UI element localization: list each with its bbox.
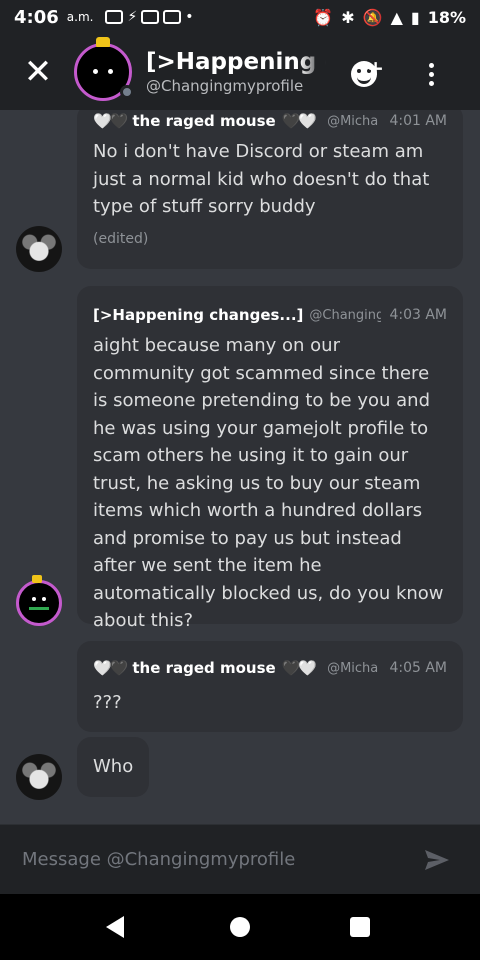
message-time: 4:05 AM xyxy=(389,660,447,676)
author-name[interactable]: the raged mouse xyxy=(132,112,275,130)
message-text: ??? xyxy=(93,692,122,713)
mute-icon: 🔕 xyxy=(362,7,383,27)
facebook-icon xyxy=(105,10,124,24)
home-icon[interactable] xyxy=(230,917,250,937)
plus-icon: + xyxy=(367,56,384,80)
message-meta: [>Happening changes...] @Changingm 4:03 … xyxy=(93,302,447,328)
system-navbar xyxy=(0,894,480,960)
hearts-icon: 🤍🖤 xyxy=(93,659,128,677)
avatar[interactable] xyxy=(16,580,62,626)
add-friend-button[interactable]: + xyxy=(344,54,384,94)
crown-icon xyxy=(96,37,110,47)
message-bubble[interactable]: Who xyxy=(77,737,150,797)
close-button[interactable]: ✕ xyxy=(10,44,66,100)
message-text: No i don't have Discord or steam am just… xyxy=(93,141,430,217)
author-handle: @Changingm xyxy=(309,307,382,323)
message-time: 4:03 AM xyxy=(389,307,447,323)
dot-icon: • xyxy=(185,9,194,25)
more-options-button[interactable] xyxy=(416,54,446,94)
offline-status-icon xyxy=(120,85,134,99)
message-text: aight because many on our community got … xyxy=(93,335,444,631)
author-handle: @Micha xyxy=(327,113,379,129)
recents-icon[interactable] xyxy=(350,917,370,937)
close-icon: ✕ xyxy=(23,52,53,92)
message-time: 4:01 AM xyxy=(389,113,447,129)
hearts-icon: 🤍🖤 xyxy=(93,112,128,130)
chat-header: ✕ [>Happening c @Changingmyprofile + xyxy=(0,34,480,110)
battery-icon: ▮ xyxy=(410,7,420,27)
message-bubble[interactable]: 🤍🖤 the raged mouse 🖤🤍 @Micha 4:05 AM ??? xyxy=(77,641,463,732)
message-composer xyxy=(0,824,480,894)
lightning-icon: ⚡ xyxy=(127,9,138,25)
author-name[interactable]: the raged mouse xyxy=(132,659,275,677)
avatar[interactable] xyxy=(16,226,62,272)
status-time: 4:06 xyxy=(14,6,59,28)
avatar-face xyxy=(91,69,115,75)
chat-title: [>Happening c xyxy=(146,49,326,75)
title-block[interactable]: [>Happening c @Changingmyprofile xyxy=(146,49,326,95)
bluetooth-icon: ✱ xyxy=(341,7,355,27)
status-ampm: a.m. xyxy=(66,10,94,24)
status-right: ⏰ ✱ 🔕 ▲ ▮ 18% xyxy=(313,8,466,27)
send-icon[interactable] xyxy=(424,849,450,871)
edited-label: (edited) xyxy=(93,230,149,247)
message-meta: 🤍🖤 the raged mouse 🖤🤍 @Micha 4:05 AM xyxy=(93,655,447,681)
message-input[interactable] xyxy=(22,849,382,870)
youtube-icon xyxy=(141,10,160,24)
header-avatar[interactable] xyxy=(74,37,134,101)
back-icon[interactable] xyxy=(106,916,124,938)
message-list[interactable]: 🤍🖤 the raged mouse 🖤🤍 @Micha 4:01 AM No … xyxy=(0,110,480,824)
avatar[interactable] xyxy=(16,754,62,800)
crown-icon xyxy=(32,575,42,583)
notification-icons: ⚡ • xyxy=(105,9,194,25)
hearts-icon-after: 🖤🤍 xyxy=(281,659,317,677)
alarm-icon: ⏰ xyxy=(313,7,334,27)
more-options-icon xyxy=(428,62,434,68)
status-bar: 4:06 a.m. ⚡ • ⏰ ✱ 🔕 ▲ ▮ 18% xyxy=(0,0,480,34)
battery-level: 18% xyxy=(427,7,466,27)
status-left: 4:06 a.m. ⚡ • xyxy=(14,7,194,28)
message-bubble[interactable]: 🤍🖤 the raged mouse 🖤🤍 @Micha 4:01 AM No … xyxy=(77,110,463,269)
wifi-icon: ▲ xyxy=(390,7,403,27)
author-name[interactable]: [>Happening changes...] xyxy=(93,306,303,324)
youtube-icon-2 xyxy=(163,10,182,24)
message-text: Who xyxy=(93,756,134,778)
chat-subtitle: @Changingmyprofile xyxy=(146,77,304,95)
author-handle: @Micha xyxy=(327,660,379,676)
message-bubble[interactable]: [>Happening changes...] @Changingm 4:03 … xyxy=(77,286,463,631)
message-meta: 🤍🖤 the raged mouse 🖤🤍 @Micha 4:01 AM xyxy=(93,110,447,134)
hearts-icon-after: 🖤🤍 xyxy=(281,112,317,130)
